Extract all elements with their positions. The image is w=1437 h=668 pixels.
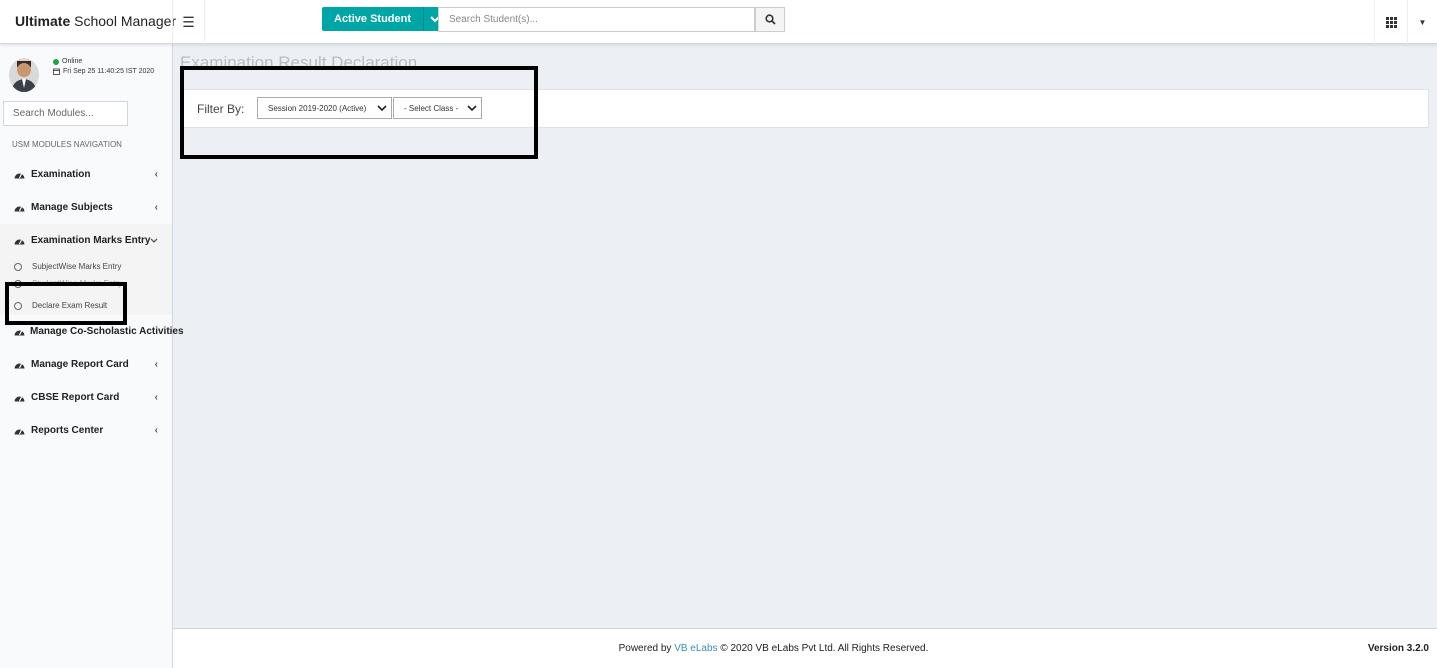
chevron-left-icon: ‹: [154, 359, 158, 370]
sidebar-item-label: Examination Marks Entry: [31, 235, 151, 246]
dashboard-icon: [14, 203, 26, 212]
filter-label: Filter By:: [197, 102, 245, 116]
chevron-left-icon: ‹: [154, 392, 158, 403]
sidebar-item-label: CBSE Report Card: [31, 392, 120, 403]
online-dot-icon: [53, 58, 59, 65]
submenu-item-subjectwise-marks-entry[interactable]: SubjectWise Marks Entry: [0, 257, 172, 276]
dashboard-icon: [14, 327, 25, 336]
submenu-examination-marks-entry: SubjectWise Marks Entry StudentWise Mark…: [0, 257, 172, 315]
submenu-item-label: SubjectWise Marks Entry: [32, 262, 122, 271]
nav-header: USM MODULES NAVIGATION: [12, 140, 122, 149]
student-search-input[interactable]: [438, 7, 755, 32]
chevron-down-icon: [467, 98, 477, 118]
sidebar-item-label: Examination: [31, 169, 91, 180]
sidebar-item-reports-center[interactable]: Reports Center ‹: [0, 414, 172, 447]
chevron-down-icon: [150, 224, 158, 257]
powered-by-text: Powered by: [618, 643, 672, 654]
grid-icon: [1385, 16, 1397, 28]
footer: Powered by VB eLabs © 2020 VB eLabs Pvt …: [173, 628, 1437, 668]
version-label: Version 3.2.0: [1367, 643, 1429, 654]
datetime-text: Fri Sep 25 11:40:25 IST 2020: [63, 68, 155, 75]
top-header: Ultimate School Manager ☰ Active Student…: [0, 0, 1437, 44]
submenu-item-declare-exam-result[interactable]: Declare Exam Result: [0, 296, 172, 315]
logo-bold-text: Ultimate: [15, 13, 71, 29]
active-student-button[interactable]: Active Student: [322, 7, 446, 31]
footer-copyright: Powered by VB eLabs © 2020 VB eLabs Pvt …: [173, 643, 1374, 654]
dashboard-icon: [14, 236, 26, 245]
user-menu-dropdown[interactable]: ▼: [1408, 0, 1437, 44]
session-select[interactable]: Session 2019-2020 (Active): [257, 97, 392, 119]
logo-text: School Manager: [70, 13, 177, 29]
module-search-input[interactable]: [3, 101, 128, 126]
session-datetime: Fri Sep 25 11:40:25 IST 2020: [53, 68, 154, 75]
active-student-label: Active Student: [334, 13, 412, 25]
dashboard-icon: [14, 393, 26, 402]
hamburger-icon: ☰: [182, 13, 195, 30]
sidebar: Online Fri Sep 25 11:40:25 IST 2020 USM …: [0, 44, 184, 668]
session-select-value: Session 2019-2020 (Active): [268, 103, 367, 113]
app-logo[interactable]: Ultimate School Manager: [0, 0, 176, 44]
apps-menu-button[interactable]: [1374, 0, 1408, 44]
sidebar-toggle-button[interactable]: ☰: [172, 0, 205, 44]
dashboard-icon: [14, 170, 26, 179]
circle-icon: [14, 301, 22, 310]
dashboard-icon: [14, 360, 26, 369]
sidebar-item-manage-report-card[interactable]: Manage Report Card ‹: [0, 348, 172, 381]
caret-down-icon: ▼: [1418, 17, 1427, 27]
status-text: Online: [62, 58, 83, 65]
dashboard-icon: [14, 426, 26, 435]
vendor-link[interactable]: VB eLabs: [674, 643, 717, 654]
sidebar-item-manage-subjects[interactable]: Manage Subjects ‹: [0, 191, 172, 224]
online-status: Online: [53, 58, 82, 65]
class-select-value: - Select Class -: [404, 103, 459, 113]
chevron-down-icon: [377, 98, 387, 118]
search-icon: [764, 14, 776, 25]
submenu-item-studentwise-marks-entry[interactable]: StudentWise Marks Entry: [0, 276, 172, 288]
avatar: [9, 58, 39, 92]
sidebar-item-cbse-report-card[interactable]: CBSE Report Card ‹: [0, 381, 172, 414]
calendar-icon: [53, 68, 60, 75]
sidebar-item-label: Manage Subjects: [31, 202, 113, 213]
class-select[interactable]: - Select Class -: [393, 97, 482, 119]
sidebar-item-manage-co-scholastic-activities[interactable]: Manage Co-Scholastic Activities: [0, 315, 184, 348]
page-title: Examination Result Declaration: [180, 53, 418, 72]
submenu-item-label: StudentWise Marks Entry: [32, 279, 123, 288]
sidebar-item-examination-marks-entry[interactable]: Examination Marks Entry: [0, 224, 172, 257]
sidebar-item-label: Manage Co-Scholastic Activities: [30, 326, 184, 337]
circle-icon: [14, 280, 22, 288]
circle-icon: [14, 262, 22, 271]
copyright-text: © 2020 VB eLabs Pvt Ltd. All Rights Rese…: [720, 643, 929, 654]
submenu-item-label: Declare Exam Result: [32, 301, 108, 310]
user-panel: Online Fri Sep 25 11:40:25 IST 2020: [0, 44, 172, 96]
sidebar-item-label: Reports Center: [31, 425, 104, 436]
student-search-button[interactable]: [755, 7, 785, 32]
chevron-left-icon: ‹: [154, 425, 158, 436]
chevron-left-icon: ‹: [154, 169, 158, 180]
chevron-left-icon: ‹: [154, 202, 158, 213]
sidebar-item-examination[interactable]: Examination ‹: [0, 158, 172, 191]
filter-panel: Filter By: Session 2019-2020 (Active) - …: [180, 89, 1429, 128]
sidebar-item-label: Manage Report Card: [31, 359, 129, 370]
